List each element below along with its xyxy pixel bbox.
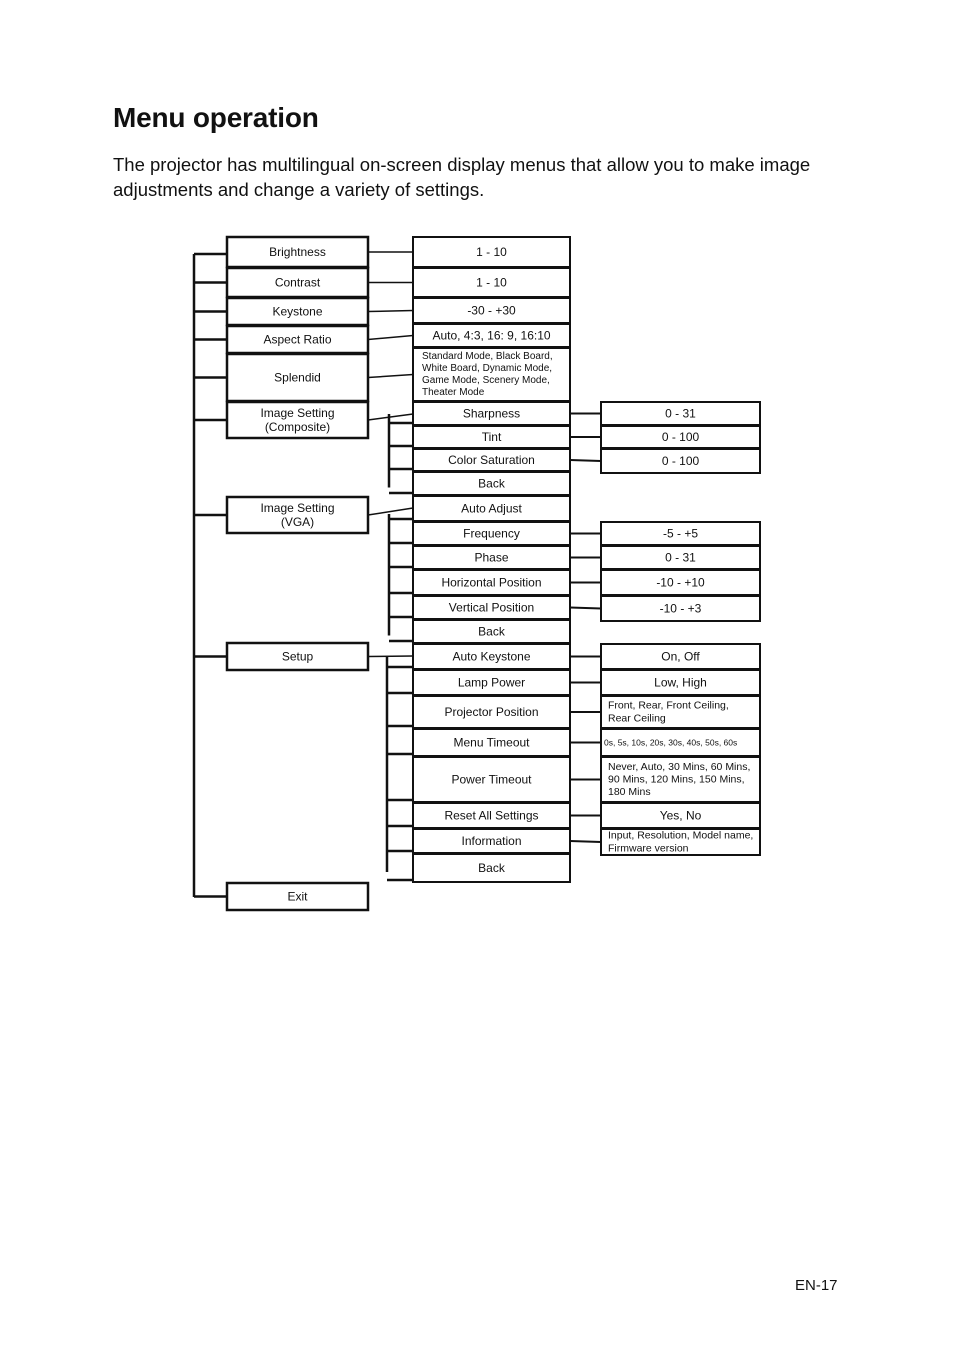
menu-item-label: Exit xyxy=(287,890,308,904)
menu-item-label: Aspect Ratio xyxy=(263,333,331,347)
option-values: Game Mode, Scenery Mode, xyxy=(422,375,550,386)
submenu-item-label: Auto Keystone xyxy=(452,650,530,664)
value-text: -5 - +5 xyxy=(663,527,698,541)
submenu-item-label: Back xyxy=(478,625,506,639)
value-text: Firmware version xyxy=(608,842,689,854)
menu-item-label: Image Setting xyxy=(260,406,334,420)
submenu-item-label: Information xyxy=(461,834,521,848)
submenu-item-label: Lamp Power xyxy=(458,676,525,690)
option-values: 1 - 10 xyxy=(476,276,507,290)
value-text: 0 - 100 xyxy=(662,454,700,468)
menu-item-label: (Composite) xyxy=(265,420,330,434)
value-connector xyxy=(569,840,602,843)
option-values: Theater Mode xyxy=(422,387,485,398)
submenu-item-label: Back xyxy=(478,477,506,491)
value-connector xyxy=(569,606,602,610)
option-values: -30 - +30 xyxy=(467,304,516,318)
submenu-item-label: Frequency xyxy=(463,527,520,541)
submenu-item-label: Tint xyxy=(482,430,502,444)
option-values: Standard Mode, Black Board, xyxy=(422,351,553,362)
value-text: 0 - 31 xyxy=(665,551,696,565)
submenu-item-label: Back xyxy=(478,861,506,875)
submenu-item-label: Phase xyxy=(474,551,508,565)
menu-item-label: Keystone xyxy=(272,305,322,319)
option-connector xyxy=(367,373,414,379)
submenu-item-label: Projector Position xyxy=(444,705,538,719)
value-connector xyxy=(569,459,602,462)
menu-item-label: Brightness xyxy=(269,245,326,259)
submenu-item-label: Menu Timeout xyxy=(453,736,530,750)
submenu-item-label: Power Timeout xyxy=(451,773,532,787)
value-text: Rear Ceiling xyxy=(608,712,666,724)
menu-item-label: Image Setting xyxy=(260,501,334,515)
menu-tree-diagram: Brightness Contrast Keystone Aspect Ratio Sp… xyxy=(192,235,761,912)
value-text: Never, Auto, 30 Mins, 60 Mins, xyxy=(608,761,750,773)
submenu-connector xyxy=(367,507,414,516)
value-text: Yes, No xyxy=(660,809,702,823)
value-text: 0 - 100 xyxy=(662,430,700,444)
option-values: White Board, Dynamic Mode, xyxy=(422,363,552,374)
option-values: Auto, 4:3, 16: 9, 16:10 xyxy=(432,329,550,343)
submenu-connector xyxy=(367,655,414,658)
value-text: Front, Rear, Front Ceiling, xyxy=(608,700,729,712)
value-text: On, Off xyxy=(661,650,700,664)
menu-item-label: Setup xyxy=(282,650,314,664)
value-text: Low, High xyxy=(654,676,707,690)
submenu-item-label: Horizontal Position xyxy=(441,576,541,590)
menu-item-label: Contrast xyxy=(275,276,321,290)
value-text: 0 - 31 xyxy=(665,407,696,421)
submenu-item-label: Color Saturation xyxy=(448,453,535,467)
value-text: -10 - +10 xyxy=(656,576,705,590)
value-text: 180 Mins xyxy=(608,786,651,798)
value-text: 90 Mins, 120 Mins, 150 Mins, xyxy=(608,774,745,786)
submenu-item-label: Sharpness xyxy=(463,407,520,421)
submenu-item-label: Auto Adjust xyxy=(461,502,522,516)
option-values: 1 - 10 xyxy=(476,245,507,259)
value-text: 0s, 5s, 10s, 20s, 30s, 40s, 50s, 60s xyxy=(604,738,737,748)
option-connector xyxy=(367,334,414,341)
menu-item-label: Splendid xyxy=(274,371,321,385)
value-text: Input, Resolution, Model name, xyxy=(608,830,753,842)
option-connector xyxy=(367,309,414,313)
submenu-connector xyxy=(367,413,414,421)
submenu-item-label: Vertical Position xyxy=(449,601,534,615)
submenu-item-label: Reset All Settings xyxy=(444,809,538,823)
page-number: EN-17 xyxy=(795,1277,838,1294)
menu-item-label: (VGA) xyxy=(281,515,314,529)
value-text: -10 - +3 xyxy=(660,602,702,616)
